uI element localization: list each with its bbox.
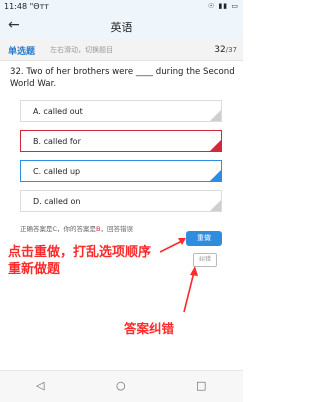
redo-annotation-line2: 重新做题	[8, 262, 61, 277]
annotation-arrows	[159, 238, 198, 313]
report-arrow-head	[190, 266, 198, 276]
nav-back-icon[interactable]: ◁	[36, 379, 44, 392]
report-arrow-line	[183, 271, 195, 313]
report-annotation: 答案纠错	[124, 321, 175, 336]
redo-annotation-line1: 点击重做，打乱选项顺序	[8, 245, 152, 260]
nav-home-icon[interactable]: ○	[116, 379, 126, 392]
redo-annotation: 点击重做，打乱选项顺序 重新做题	[8, 244, 188, 278]
nav-recent-icon[interactable]: □	[196, 379, 206, 392]
system-nav-bar: ◁ ○ □	[0, 370, 243, 402]
